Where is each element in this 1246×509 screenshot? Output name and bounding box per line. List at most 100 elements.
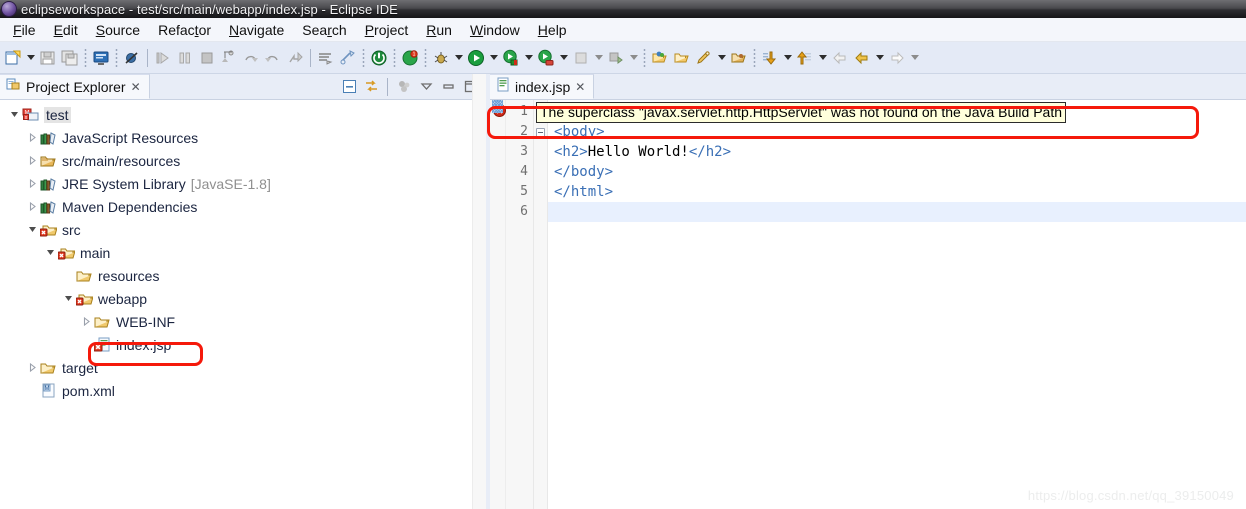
menu-item-run[interactable]: Run [417, 20, 461, 40]
debug-dropdown-arrow[interactable] [452, 46, 465, 70]
external-tools-dropdown-arrow[interactable] [627, 46, 640, 70]
tree-item-webapp[interactable]: webapp [0, 287, 486, 310]
code-editor[interactable]: 1 2 3 4 5 6 <body> <h2>Hello World!</h2> </body… [490, 100, 1246, 509]
tree-item-target[interactable]: target [0, 356, 486, 379]
tree-item-javascript-resources[interactable]: JavaScript Resources [0, 126, 486, 149]
menu-item-project[interactable]: Project [356, 20, 418, 40]
close-icon[interactable]: ✕ [131, 81, 141, 93]
project-explorer-view: Project Explorer ✕ M x test JavaScript R… [0, 74, 486, 509]
code-line[interactable]: </body> [548, 162, 1246, 182]
menu-item-window[interactable]: Window [461, 20, 529, 40]
collapse-all-icon[interactable] [339, 77, 359, 97]
toolbar-divider [84, 47, 87, 68]
tree-item-test[interactable]: Mx test [0, 103, 486, 126]
run-as-dropdown-arrow[interactable] [522, 46, 535, 70]
project-tree-scrollbar[interactable] [472, 74, 486, 509]
tree-item-maven-dependencies[interactable]: Maven Dependencies [0, 195, 486, 218]
new-dropdown-arrow[interactable] [24, 46, 37, 70]
resume-icon[interactable] [152, 46, 174, 70]
tab-index-jsp[interactable]: index.jsp ✕ [490, 74, 595, 99]
tree-item-index-jsp[interactable]: index.jsp [0, 333, 486, 356]
forward-dropdown-arrow[interactable] [908, 46, 921, 70]
menu-item-search[interactable]: Search [293, 20, 355, 40]
expand-arrow-right-icon[interactable] [24, 130, 40, 146]
stop-dropdown-arrow[interactable] [592, 46, 605, 70]
tree-item-resources[interactable]: resources [0, 264, 486, 287]
previous-dropdown-arrow[interactable] [816, 46, 829, 70]
link-with-editor-icon[interactable] [361, 77, 381, 97]
search-icon[interactable] [693, 46, 715, 70]
start-server-icon[interactable]: 1 [399, 46, 421, 70]
terminate-icon[interactable] [196, 46, 218, 70]
code-line[interactable]: </html> [548, 182, 1246, 202]
next-dropdown-arrow[interactable] [781, 46, 794, 70]
svg-text:M: M [45, 386, 50, 392]
open-task-icon[interactable] [315, 46, 337, 70]
open-type-icon[interactable] [649, 46, 671, 70]
back-dropdown-arrow[interactable] [873, 46, 886, 70]
code-line[interactable]: <h2>Hello World!</h2> [548, 142, 1246, 162]
expand-arrow-right-icon[interactable] [24, 176, 40, 192]
tree-item-web-inf[interactable]: WEB-INF [0, 310, 486, 333]
run-icon[interactable] [465, 46, 487, 70]
menu-item-source[interactable]: Source [87, 20, 149, 40]
previous-annotation-icon[interactable] [794, 46, 816, 70]
tree-item-src[interactable]: src [0, 218, 486, 241]
new-wizard-icon[interactable] [337, 46, 359, 70]
stop-icon[interactable] [570, 46, 592, 70]
step-return-icon[interactable] [262, 46, 284, 70]
view-menu-icon[interactable] [416, 77, 436, 97]
tree-item-pom-xml[interactable]: Mpom.xml [0, 379, 486, 402]
open-resource-icon[interactable] [671, 46, 693, 70]
suspend-icon[interactable] [174, 46, 196, 70]
drop-to-frame-icon[interactable] [284, 46, 306, 70]
close-icon[interactable]: ✕ [575, 81, 585, 93]
debug-icon[interactable] [430, 46, 452, 70]
step-over-icon[interactable] [240, 46, 262, 70]
profile-icon[interactable] [535, 46, 557, 70]
minimize-icon[interactable] [438, 77, 458, 97]
open-task-2-icon[interactable] [728, 46, 750, 70]
fold-collapse-icon[interactable] [534, 122, 547, 142]
tab-project-explorer[interactable]: Project Explorer ✕ [0, 74, 150, 99]
console-icon[interactable] [90, 46, 112, 70]
save-all-icon[interactable] [59, 46, 81, 70]
save-icon[interactable] [37, 46, 59, 70]
next-annotation-icon[interactable] [759, 46, 781, 70]
step-into-icon[interactable] [218, 46, 240, 70]
tree-item-jre-system-library[interactable]: JRE System Library [JavaSE-1.8] [0, 172, 486, 195]
forward-icon[interactable] [886, 46, 908, 70]
menu-item-navigate[interactable]: Navigate [220, 20, 293, 40]
expand-arrow-right-icon[interactable] [24, 153, 40, 169]
menu-item-help[interactable]: Help [529, 20, 576, 40]
tree-item-src-main-resources[interactable]: src/main/resources [0, 149, 486, 172]
skip-breakpoints-icon[interactable] [121, 46, 143, 70]
folding-bar[interactable] [534, 100, 548, 509]
debug-server-icon[interactable] [368, 46, 390, 70]
back-icon[interactable] [851, 46, 873, 70]
project-tree[interactable]: Mx test JavaScript Resources src/main/resou… [0, 100, 486, 509]
back-disabled-icon[interactable] [829, 46, 851, 70]
menu-item-edit[interactable]: Edit [45, 20, 87, 40]
expand-arrow-right-icon[interactable] [78, 314, 94, 330]
code-text-area[interactable]: <body> <h2>Hello World!</h2> </body> </html… [548, 100, 1246, 509]
marker-bar[interactable] [490, 100, 506, 509]
code-line[interactable]: <body> [548, 122, 1246, 142]
run-dropdown-arrow[interactable] [487, 46, 500, 70]
expand-arrow-right-icon[interactable] [24, 199, 40, 215]
new-file-icon[interactable] [2, 46, 24, 70]
menu-item-file[interactable]: File [4, 20, 45, 40]
run-as-server-icon[interactable] [500, 46, 522, 70]
tree-item-main[interactable]: main [0, 241, 486, 264]
profile-dropdown-arrow[interactable] [557, 46, 570, 70]
expand-arrow-right-icon[interactable] [24, 360, 40, 376]
focus-on-active-task-icon[interactable] [394, 77, 414, 97]
expand-arrow-down-icon[interactable] [42, 245, 58, 261]
external-tools-icon[interactable] [605, 46, 627, 70]
expand-arrow-down-icon[interactable] [24, 222, 40, 238]
expand-arrow-down-icon[interactable] [60, 291, 76, 307]
code-line[interactable] [548, 202, 1246, 222]
menu-item-refactor[interactable]: Refactor [149, 20, 220, 40]
expand-arrow-down-icon[interactable] [6, 107, 22, 123]
search-dropdown-arrow[interactable] [715, 46, 728, 70]
